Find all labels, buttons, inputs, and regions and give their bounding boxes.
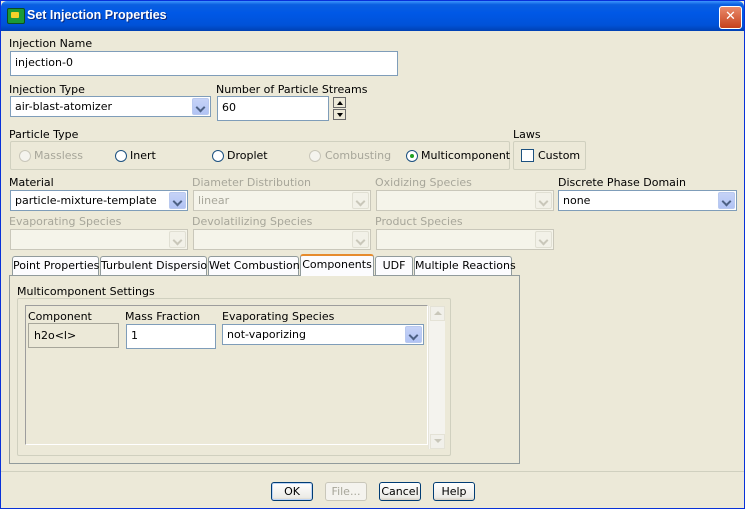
ok-button[interactable]: OK xyxy=(271,482,313,501)
tab-point-properties[interactable]: Point Properties xyxy=(12,256,99,275)
combusting-label: Combusting xyxy=(325,149,392,162)
dialog-window: Set Injection Properties ✕ Injection Nam… xyxy=(0,0,745,509)
injection-name-label: Injection Name xyxy=(9,37,93,50)
inert-label: Inert xyxy=(130,149,156,162)
product-species-label: Product Species xyxy=(375,215,463,228)
mass-fraction-column-header: Mass Fraction xyxy=(125,310,201,323)
combusting-radio[interactable] xyxy=(309,150,321,162)
evaporating-species-column-header: Evaporating Species xyxy=(222,310,335,323)
custom-label: Custom xyxy=(538,149,581,162)
oxidizing-species-label: Oxidizing Species xyxy=(375,176,472,189)
discrete-phase-domain-value: none xyxy=(563,194,591,207)
fluent-app-icon xyxy=(7,8,25,24)
diameter-distribution-dropdown[interactable]: linear xyxy=(193,190,371,211)
component-value: h2o<l> xyxy=(34,329,77,342)
cancel-button[interactable]: Cancel xyxy=(379,482,421,501)
product-species-dropdown[interactable] xyxy=(376,229,554,250)
diameter-distribution-value: linear xyxy=(198,194,230,207)
mass-fraction-input[interactable]: 1 xyxy=(126,324,216,349)
material-dropdown[interactable]: particle-mixture-template xyxy=(10,190,188,211)
file-button[interactable]: File... xyxy=(325,482,367,501)
scroll-down-icon[interactable] xyxy=(430,434,445,449)
devolatilizing-species-label: Devolatilizing Species xyxy=(192,215,313,228)
material-value: particle-mixture-template xyxy=(15,194,157,207)
diameter-distribution-label: Diameter Distribution xyxy=(192,176,312,189)
injection-type-label: Injection Type xyxy=(9,83,85,96)
tab-multiple-reactions[interactable]: Multiple Reactions xyxy=(414,256,516,275)
chevron-down-icon[interactable] xyxy=(405,326,422,343)
multicomponent-label: Multicomponent xyxy=(421,149,511,162)
droplet-radio[interactable] xyxy=(212,150,224,162)
massless-label: Massless xyxy=(34,149,83,162)
chevron-down-icon[interactable] xyxy=(352,192,369,209)
close-button[interactable]: ✕ xyxy=(719,6,742,29)
scroll-up-icon[interactable] xyxy=(430,306,445,321)
spin-down-icon[interactable] xyxy=(333,109,346,120)
devolatilizing-species-dropdown[interactable] xyxy=(193,229,371,250)
multicomponent-settings-title: Multicomponent Settings xyxy=(17,285,155,298)
chevron-down-icon[interactable] xyxy=(169,231,186,248)
injection-type-value: air-blast-atomizer xyxy=(15,100,112,113)
chevron-down-icon[interactable] xyxy=(352,231,369,248)
particle-type-label: Particle Type xyxy=(9,128,79,141)
multicomponent-radio[interactable] xyxy=(406,150,418,162)
components-scrollbar[interactable] xyxy=(428,306,445,449)
discrete-phase-domain-dropdown[interactable]: none xyxy=(558,190,737,211)
inert-radio[interactable] xyxy=(115,150,127,162)
particle-streams-label: Number of Particle Streams xyxy=(216,83,368,96)
spin-up-icon[interactable] xyxy=(333,97,346,108)
laws-label: Laws xyxy=(513,128,541,141)
tab-turbulent-dispersion[interactable]: Turbulent Dispersion xyxy=(100,256,214,275)
chevron-down-icon[interactable] xyxy=(169,192,186,209)
oxidizing-species-dropdown[interactable] xyxy=(376,190,554,211)
material-label: Material xyxy=(9,176,54,189)
chevron-down-icon[interactable] xyxy=(535,192,552,209)
injection-name-input[interactable]: injection-0 xyxy=(10,51,398,76)
tab-components[interactable]: Components xyxy=(300,254,374,276)
droplet-label: Droplet xyxy=(227,149,268,162)
custom-checkbox[interactable] xyxy=(521,149,534,162)
evaporating-species-label: Evaporating Species xyxy=(9,215,122,228)
particle-streams-input[interactable]: 60 xyxy=(217,96,329,121)
close-icon: ✕ xyxy=(725,9,736,24)
tab-wet-combustion[interactable]: Wet Combustion xyxy=(208,256,300,275)
injection-type-dropdown[interactable]: air-blast-atomizer xyxy=(10,96,211,117)
discrete-phase-domain-label: Discrete Phase Domain xyxy=(558,176,686,189)
window-title: Set Injection Properties xyxy=(27,8,167,22)
component-evaporating-species-dropdown[interactable]: not-vaporizing xyxy=(222,324,424,345)
chevron-down-icon[interactable] xyxy=(192,98,209,115)
component-evaporating-species-value: not-vaporizing xyxy=(227,328,307,341)
chevron-down-icon[interactable] xyxy=(718,192,735,209)
help-button[interactable]: Help xyxy=(433,482,475,501)
massless-radio[interactable] xyxy=(19,150,31,162)
component-column-header: Component xyxy=(28,310,92,323)
tab-udf[interactable]: UDF xyxy=(375,256,413,275)
component-cell: h2o<l> xyxy=(28,323,119,348)
evaporating-species-dropdown[interactable] xyxy=(10,229,188,250)
chevron-down-icon[interactable] xyxy=(535,231,552,248)
button-bar-divider xyxy=(1,471,744,472)
title-bar[interactable]: Set Injection Properties ✕ xyxy=(1,1,744,31)
